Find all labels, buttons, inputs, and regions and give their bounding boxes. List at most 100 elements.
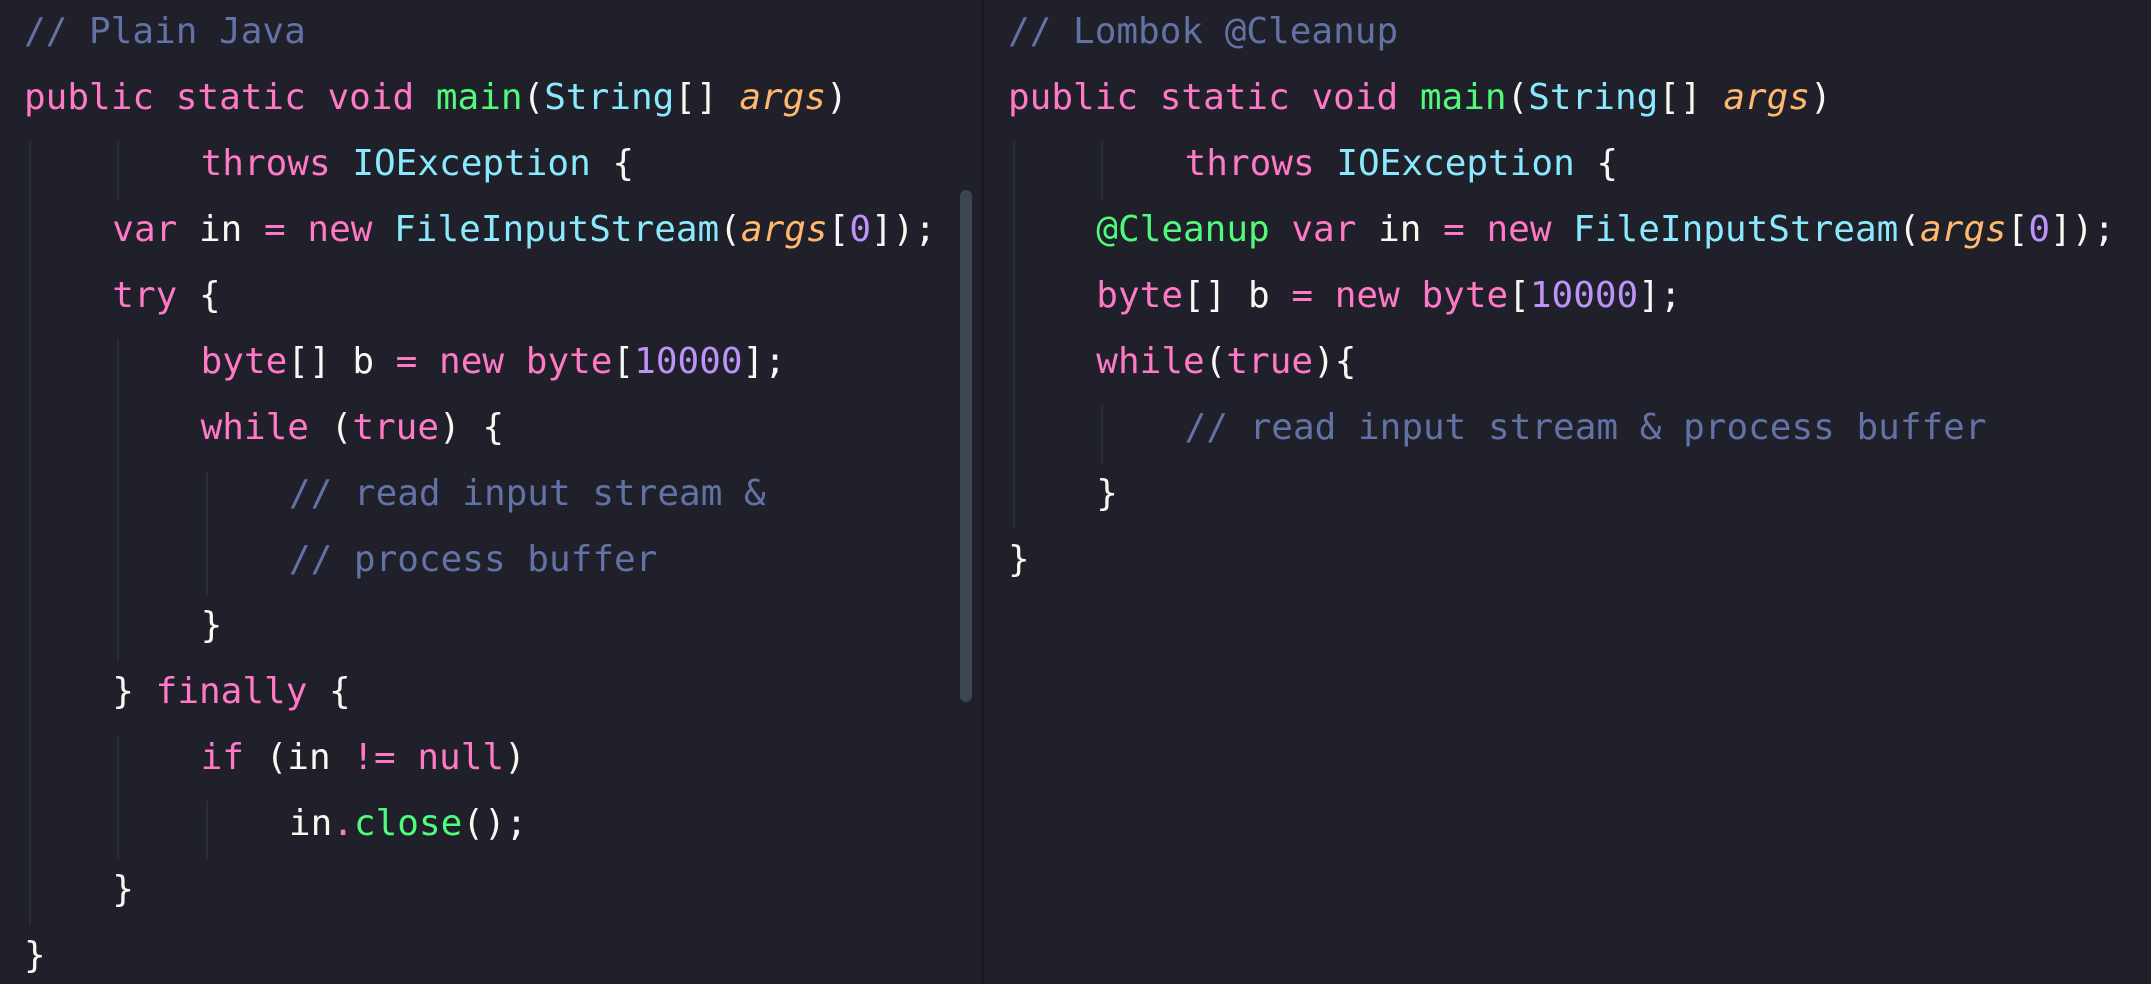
code-token: = bbox=[1443, 209, 1465, 250]
code-pane-right[interactable]: // Lombok @Cleanup public static void mai… bbox=[984, 0, 2151, 984]
code-token: args bbox=[1920, 209, 2007, 250]
indent-guide bbox=[1013, 141, 1015, 529]
code-token: ]); bbox=[2050, 209, 2116, 250]
code-line: } bbox=[1096, 461, 1118, 527]
indent-guide bbox=[117, 735, 120, 859]
code-token: new bbox=[439, 341, 505, 382]
code-token: new bbox=[1334, 275, 1400, 316]
code-token: 0 bbox=[849, 209, 871, 250]
code-token: args bbox=[740, 209, 828, 250]
code-token: FileInputStream bbox=[394, 209, 720, 250]
code-token: } bbox=[1008, 539, 1030, 580]
code-token: [] b bbox=[1183, 275, 1292, 316]
code-token: void bbox=[327, 77, 415, 118]
code-token: IOException bbox=[352, 143, 591, 184]
indent-guide bbox=[117, 339, 120, 661]
code-token: != bbox=[352, 737, 396, 778]
code-token: String bbox=[544, 77, 675, 118]
code-token: [ bbox=[1508, 275, 1530, 316]
code-token: { bbox=[1574, 143, 1619, 184]
code-token: [] b bbox=[287, 341, 396, 382]
code-line: // Plain Java bbox=[24, 0, 306, 65]
code-token: String bbox=[1528, 77, 1659, 118]
indent-guide bbox=[1101, 405, 1104, 463]
code-line: throws IOException { bbox=[201, 131, 635, 197]
indent-guide bbox=[205, 801, 208, 859]
code-pane-left[interactable]: // Plain Java public static void main(Str… bbox=[0, 0, 982, 984]
code-line: } bbox=[24, 923, 46, 984]
code-line: if (in != null) bbox=[201, 725, 526, 791]
code-token: } bbox=[200, 605, 223, 646]
code-line: } bbox=[201, 593, 223, 659]
code-token: byte bbox=[200, 341, 288, 382]
code-line: byte[] b = new byte[10000]; bbox=[1096, 263, 1681, 329]
code-token: @Cleanup bbox=[1096, 209, 1270, 250]
code-line: in.close(); bbox=[289, 791, 527, 857]
code-token: [ bbox=[827, 209, 850, 250]
code-token: } bbox=[1096, 473, 1118, 514]
code-line: while (true) { bbox=[201, 395, 504, 461]
code-token: finally bbox=[155, 671, 308, 712]
code-token: ( bbox=[522, 77, 545, 118]
code-line: public static void main(String[] args) bbox=[1008, 65, 1832, 131]
code-token: public bbox=[24, 77, 155, 118]
code-token: ( bbox=[719, 209, 741, 250]
code-line: public static void main(String[] args) bbox=[24, 65, 848, 131]
code-token: 10000 bbox=[1529, 275, 1639, 316]
indent-guide bbox=[205, 471, 208, 595]
code-token: void bbox=[1311, 77, 1399, 118]
code-token: [] bbox=[674, 77, 740, 118]
code-token: null bbox=[417, 737, 505, 778]
code-token: } bbox=[24, 935, 46, 976]
code-token: ){ bbox=[1313, 341, 1357, 382]
code-token: in bbox=[288, 803, 333, 844]
code-token: ]; bbox=[742, 341, 786, 382]
code-line: // Lombok @Cleanup bbox=[1008, 0, 1398, 65]
code-token: true bbox=[1226, 341, 1314, 382]
indent-guide bbox=[117, 141, 120, 199]
scrollbar-thumb[interactable] bbox=[960, 190, 972, 702]
code-token: while bbox=[1096, 341, 1205, 382]
code-token: { bbox=[177, 275, 221, 316]
code-token: true bbox=[352, 407, 440, 448]
code-token: byte bbox=[1096, 275, 1183, 316]
code-token: ]); bbox=[871, 209, 937, 250]
code-token: ) bbox=[1810, 77, 1832, 118]
code-token: while bbox=[200, 407, 309, 448]
code-token: // process buffer bbox=[288, 539, 658, 580]
code-token: var bbox=[112, 209, 178, 250]
indent-guide bbox=[29, 141, 31, 925]
code-token: 0 bbox=[2028, 209, 2051, 250]
code-token: var bbox=[1291, 209, 1357, 250]
code-token: // Plain Java bbox=[24, 11, 306, 52]
code-line: throws IOException { bbox=[1185, 131, 1619, 197]
code-line: while(true){ bbox=[1096, 329, 1356, 395]
code-line: try { bbox=[112, 263, 220, 329]
code-token: in bbox=[1356, 209, 1444, 250]
code-line: var in = new FileInputStream(args[0]); bbox=[112, 197, 936, 263]
code-token: byte bbox=[525, 341, 613, 382]
code-token: main bbox=[1419, 77, 1507, 118]
code-editor: // Plain Java public static void main(Str… bbox=[0, 0, 2151, 984]
code-token: [ bbox=[2006, 209, 2029, 250]
code-token: (); bbox=[462, 803, 528, 844]
code-line: } finally { bbox=[112, 659, 350, 725]
code-token: } bbox=[112, 671, 156, 712]
code-token: = bbox=[264, 209, 286, 250]
code-token: ) { bbox=[439, 407, 505, 448]
code-token: // Lombok @Cleanup bbox=[1008, 11, 1399, 52]
code-token: try bbox=[112, 275, 178, 316]
code-token: close bbox=[353, 803, 463, 844]
code-token: if bbox=[200, 737, 244, 778]
code-token: new bbox=[1486, 209, 1552, 250]
